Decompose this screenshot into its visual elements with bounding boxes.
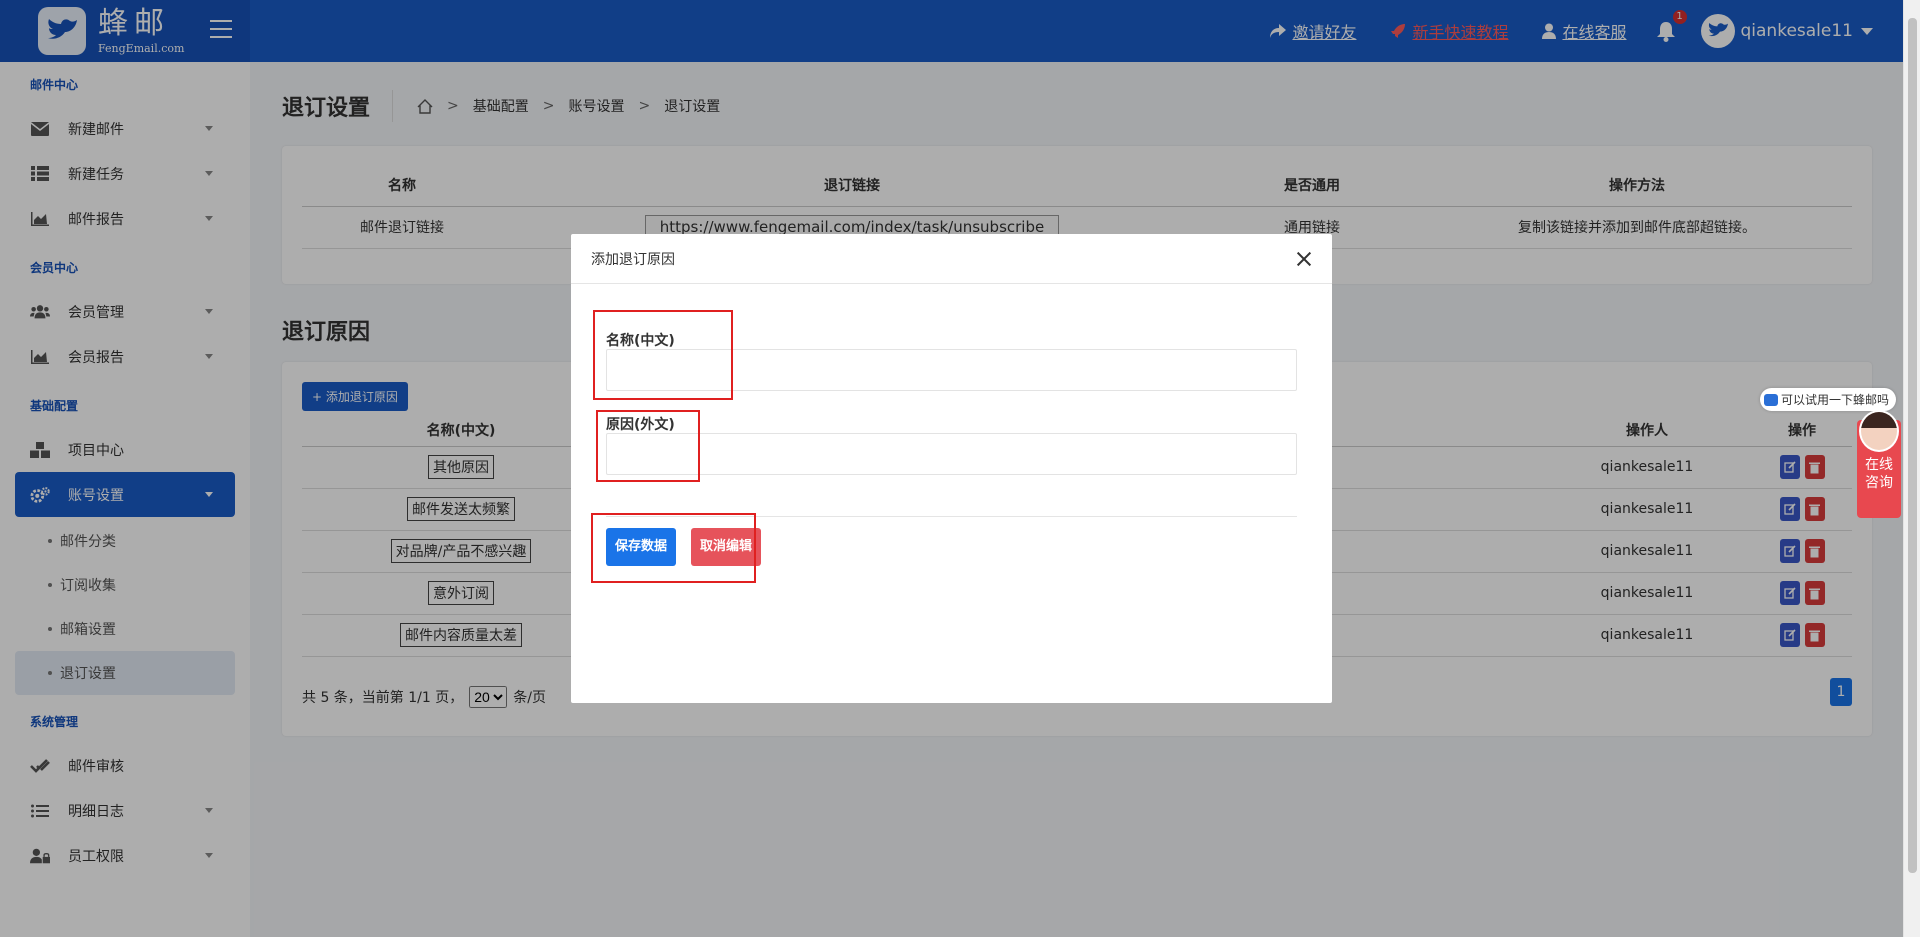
agent-avatar (1859, 410, 1899, 452)
scrollbar-thumb[interactable] (1908, 18, 1917, 873)
highlight-box-buttons (591, 513, 756, 583)
highlight-box-reason (596, 410, 700, 482)
online-consult-widget[interactable]: 在线咨询 (1857, 410, 1901, 518)
online-consult-label: 在线咨询 (1865, 457, 1893, 491)
highlight-box-name (593, 310, 733, 400)
dialog-title: 添加退订原因 (591, 251, 675, 268)
dialog-header: 添加退订原因 (571, 234, 1332, 284)
add-reason-dialog: 添加退订原因 名称(中文) 原因(外文) 保存数据 取消编辑 (571, 234, 1332, 703)
close-icon[interactable] (1296, 251, 1312, 267)
chat-icon (1764, 393, 1778, 406)
page-scrollbar[interactable] (1903, 0, 1920, 937)
reason-foreign-input[interactable] (606, 433, 1297, 475)
chat-prompt-text: 可以试用一下蜂邮吗 (1781, 393, 1890, 407)
chat-prompt-bubble[interactable]: 可以试用一下蜂邮吗 (1760, 388, 1897, 411)
